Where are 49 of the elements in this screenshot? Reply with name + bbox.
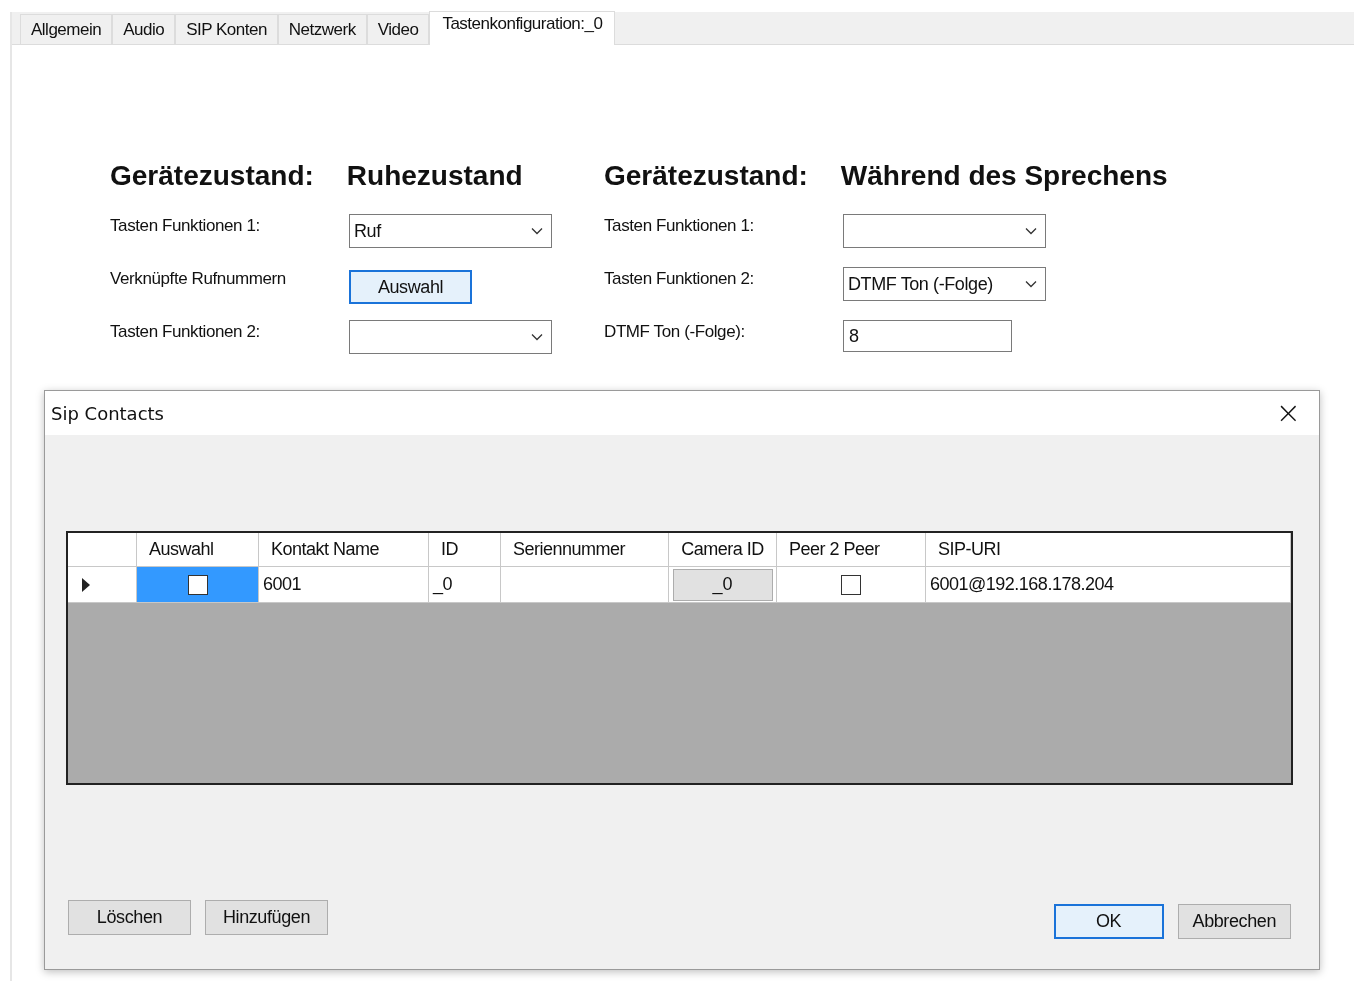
column-header[interactable]: Seriennummer [501, 533, 669, 567]
dropdown[interactable] [843, 214, 1046, 248]
dialog-button[interactable]: Löschen [68, 900, 191, 935]
table-cell[interactable] [777, 567, 926, 603]
dialog-button[interactable]: OK [1053, 904, 1164, 939]
chevron-down-icon [1025, 227, 1037, 235]
chevron-down-icon [1025, 280, 1037, 288]
chevron-down-icon [531, 333, 543, 341]
dialog-title: Sip Contacts [51, 402, 164, 424]
dropdown[interactable]: DTMF Ton (-Folge) [843, 267, 1046, 301]
column-header[interactable]: Peer 2 Peer [777, 533, 926, 567]
table-cell[interactable]: _0 [429, 567, 501, 603]
field-label: Tasten Funktionen 2: [604, 268, 755, 289]
field-label: Tasten Funktionen 1: [604, 215, 755, 236]
tab[interactable]: Audio [112, 14, 176, 44]
table-cell[interactable] [137, 567, 259, 603]
field-label: DTMF Ton (-Folge): [604, 321, 746, 342]
tab[interactable]: Netzwerk [277, 14, 367, 44]
input-field[interactable]: 8 [843, 320, 1012, 352]
dialog-button[interactable]: Abbrechen [1177, 904, 1291, 939]
field-label: Verknüpfte Rufnummern [110, 268, 287, 289]
checkbox[interactable] [187, 574, 208, 595]
table-cell[interactable]: 6001@192.168.178.204 [926, 567, 1291, 603]
device-state-heading: Ruhezustand [346, 160, 523, 192]
corner-header [68, 533, 137, 567]
field-label: Tasten Funktionen 1: [110, 215, 261, 236]
section-heading: Gerätezustand: [110, 160, 314, 192]
column-header[interactable]: SIP-URI [926, 533, 1291, 567]
table-cell[interactable] [501, 567, 669, 603]
select-button[interactable]: Auswahl [349, 270, 472, 304]
tab[interactable]: Tastenkonfiguration:_0 [429, 11, 616, 45]
column-header[interactable]: Camera ID [669, 533, 777, 567]
field-label: Tasten Funktionen 2: [110, 321, 261, 342]
chevron-down-icon [531, 227, 543, 235]
tab[interactable]: Allgemein [20, 14, 113, 44]
section-heading: Gerätezustand: [604, 160, 808, 192]
table-cell[interactable]: 6001 [259, 567, 429, 603]
dropdown[interactable] [349, 320, 552, 354]
tab[interactable]: Video [366, 14, 430, 44]
checkbox[interactable] [841, 574, 861, 595]
column-header[interactable]: Auswahl [137, 533, 259, 567]
tab[interactable]: SIP Konten [175, 14, 278, 44]
device-state-heading: Während des Sprechens [840, 160, 1168, 192]
row-header[interactable] [68, 567, 137, 603]
column-header[interactable]: ID [429, 533, 501, 567]
dropdown[interactable]: Ruf [349, 214, 552, 248]
dialog-button[interactable]: Hinzufügen [205, 900, 328, 935]
close-icon[interactable]: × [1269, 398, 1307, 428]
column-header[interactable]: Kontakt Name [259, 533, 429, 567]
